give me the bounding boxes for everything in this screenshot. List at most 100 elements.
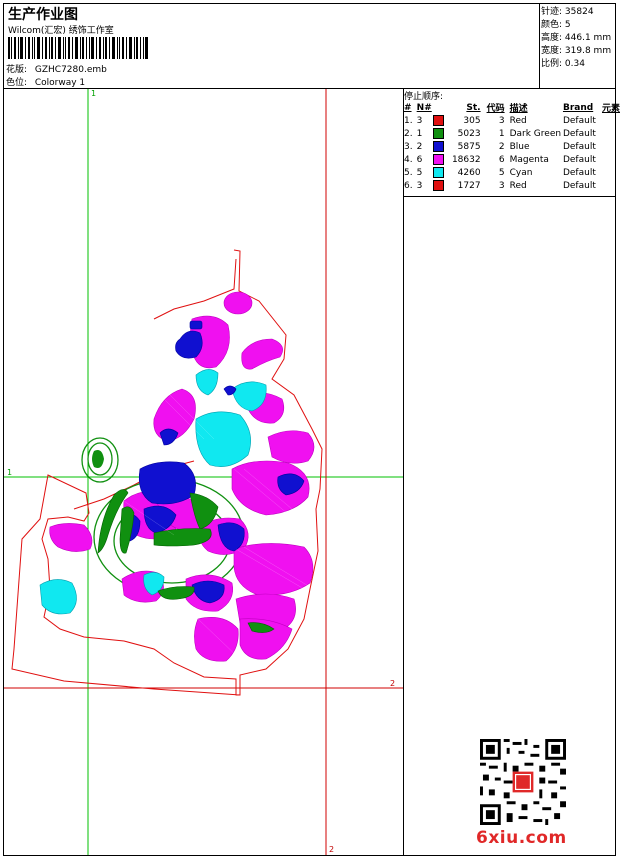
needle-number: 2 <box>416 142 423 152</box>
stat-label: 比例: <box>541 59 563 69</box>
page-title: 生产作业图 <box>8 7 78 23</box>
colorway: 色位: Colorway 1 <box>6 75 85 88</box>
row-code: 2 <box>498 141 505 152</box>
row-needle: 6 <box>417 153 452 166</box>
guide-label-v1: 1 <box>91 89 96 98</box>
stat-value: 319.8 mm <box>564 46 612 56</box>
col-brand: Brand <box>562 102 594 113</box>
watermark: 6xiu.com <box>476 828 567 848</box>
guide-label-h1: 1 <box>7 468 12 477</box>
row-stitches: 4260 <box>457 167 481 178</box>
row-brand: Default <box>562 115 596 126</box>
design-canvas: 1 1 2 2 <box>4 89 403 855</box>
row-desc: Red <box>509 180 527 191</box>
needle-number: 5 <box>416 168 423 178</box>
stat-label: 宽度: <box>541 46 563 56</box>
design-stats: 针迹: 35824 颜色: 5 高度: 446.1 mm 宽度: 319.8 m… <box>541 6 611 71</box>
row-needle: 1 <box>417 127 452 140</box>
stat-value: 446.1 mm <box>564 33 612 43</box>
table-header-row: # N# St. 代码 描述 Brand 元素 <box>404 101 620 115</box>
table-row: 2. 1 5023 1 Dark Green Default <box>404 127 620 140</box>
needle-number: 1 <box>416 129 423 139</box>
col-stitches: St. <box>466 102 481 113</box>
table-row: 6. 3 1727 3 Red Default <box>404 179 620 192</box>
company-name: Wilcom(汇宏) 绣饰工作室 <box>8 26 114 36</box>
color-swatch <box>432 180 444 191</box>
col-desc: 描述 <box>509 104 528 114</box>
stat-label: 颜色: <box>541 20 563 30</box>
row-needle: 3 <box>417 179 452 192</box>
row-desc: Blue <box>509 141 530 152</box>
color-swatch <box>432 115 444 126</box>
design-file: 花版: GZHC7280.emb <box>6 62 107 75</box>
color-swatch <box>432 141 444 152</box>
table-row: 1. 3 305 3 Red Default <box>404 114 620 127</box>
stat-stitches: 针迹: 35824 <box>541 6 611 19</box>
colorway-value: Colorway 1 <box>34 78 86 88</box>
table-row: 3. 2 5875 2 Blue Default <box>404 140 620 153</box>
row-code: 3 <box>498 115 505 126</box>
row-element <box>597 127 620 140</box>
table-row: 4. 6 18632 6 Magenta Default <box>404 153 620 166</box>
panel-divider <box>403 88 404 855</box>
row-desc: Cyan <box>509 167 533 178</box>
row-index: 2. <box>404 128 413 139</box>
row-code: 6 <box>498 154 505 165</box>
barcode <box>8 37 148 59</box>
col-code: 代码 <box>486 104 505 114</box>
row-stitches: 1727 <box>457 180 481 191</box>
row-code: 5 <box>498 167 505 178</box>
row-brand: Default <box>562 141 596 152</box>
row-brand: Default <box>562 167 596 178</box>
col-needle: N# <box>416 102 432 113</box>
needle-number: 6 <box>416 155 423 165</box>
stop-sequence-table: # N# St. 代码 描述 Brand 元素 1. 3 305 3 Red Defaul… <box>404 101 620 192</box>
row-brand: Default <box>562 180 596 191</box>
row-desc: Red <box>509 115 527 126</box>
stat-label: 针迹: <box>541 7 563 17</box>
row-brand: Default <box>562 128 596 139</box>
row-element <box>597 153 620 166</box>
row-index: 3. <box>404 141 413 152</box>
colorway-label: 色位: <box>6 78 28 88</box>
row-needle: 5 <box>417 166 452 179</box>
stats-divider <box>539 4 540 88</box>
row-code: 1 <box>498 128 505 139</box>
needle-number: 3 <box>416 116 423 126</box>
col-element: 元素 <box>601 104 620 114</box>
stat-colors: 颜色: 5 <box>541 19 611 32</box>
guide-label-h2: 2 <box>390 679 395 688</box>
row-element <box>597 114 620 127</box>
qr-code <box>480 739 566 825</box>
stat-label: 高度: <box>541 33 563 43</box>
row-needle: 2 <box>417 140 452 153</box>
stat-value: 35824 <box>564 7 594 17</box>
col-index: # <box>404 102 412 113</box>
row-index: 4. <box>404 154 413 165</box>
table-row: 5. 5 4260 5 Cyan Default <box>404 166 620 179</box>
stat-width: 宽度: 319.8 mm <box>541 45 611 58</box>
stat-height: 高度: 446.1 mm <box>541 32 611 45</box>
color-swatch <box>432 167 444 178</box>
row-desc: Dark Green <box>509 128 562 139</box>
row-stitches: 305 <box>463 115 481 126</box>
row-stitches: 18632 <box>451 154 481 165</box>
stat-value: 5 <box>564 20 571 30</box>
needle-number: 3 <box>416 181 423 191</box>
row-code: 3 <box>498 180 505 191</box>
row-element <box>597 166 620 179</box>
row-brand: Default <box>562 154 596 165</box>
color-swatch <box>432 128 444 139</box>
stat-value: 0.34 <box>564 59 585 69</box>
row-stitches: 5875 <box>457 141 481 152</box>
row-index: 5. <box>404 167 413 178</box>
row-desc: Magenta <box>509 154 549 165</box>
row-element <box>597 179 620 192</box>
row-index: 1. <box>404 115 413 126</box>
guide-label-v2: 2 <box>329 845 334 854</box>
design-value: GZHC7280.emb <box>34 65 107 75</box>
green-leaf-small <box>92 450 104 468</box>
stat-scale: 比例: 0.34 <box>541 58 611 71</box>
color-swatch <box>432 154 444 165</box>
stop-table-bottom <box>404 196 616 197</box>
